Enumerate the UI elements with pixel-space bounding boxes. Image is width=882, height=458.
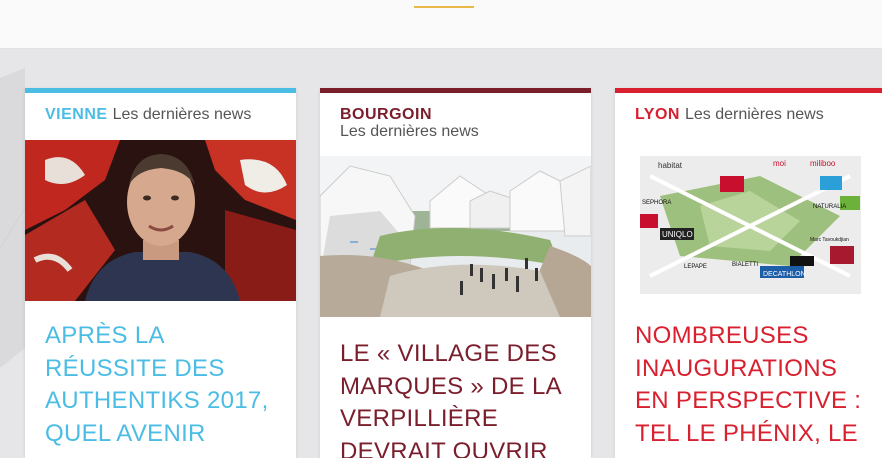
map-label: Marc Tavoukdjian — [810, 237, 849, 243]
card-image-architecture[interactable] — [320, 156, 591, 317]
map-label: UNIQLO — [662, 230, 693, 239]
card-image-portrait[interactable] — [25, 140, 296, 301]
card-headline[interactable]: APRÈS LA RÉUSSITE DES AUTHENTIKS 2017, Q… — [45, 320, 286, 450]
card-headline[interactable]: LE « VILLAGE DES MARQUES » DE LA VERPILL… — [340, 338, 581, 458]
card-image-shopping-map[interactable]: habitat moi miliboo SEPHORA UNIQLO LEPAP… — [640, 156, 861, 294]
card-header: LYON Les dernières news — [635, 106, 872, 123]
card-subtitle: Les dernières news — [112, 106, 252, 123]
card-accent-bar — [25, 88, 296, 93]
map-label: LEPAPE — [684, 264, 707, 270]
card-accent-bar — [615, 88, 882, 93]
news-card-bourgoin[interactable]: BOURGOIN Les dernières news LE « VILLAGE… — [320, 88, 591, 458]
card-header: BOURGOIN Les dernières news — [340, 106, 581, 140]
card-header: VIENNE Les dernières news — [45, 106, 286, 123]
section-accent-line — [414, 6, 474, 8]
map-label: habitat — [658, 161, 683, 170]
card-subtitle: Les dernières news — [684, 106, 824, 123]
map-label: SEPHORA — [642, 200, 671, 206]
map-label: miliboo — [810, 159, 836, 168]
page-header-band — [0, 0, 882, 49]
map-label: NATURALIA — [813, 204, 846, 210]
map-label: BIALETTI — [732, 262, 758, 268]
card-city-label: VIENNE — [45, 106, 108, 123]
news-card-lyon[interactable]: LYON Les dernières news habitat moi milib… — [615, 88, 882, 458]
card-accent-bar — [320, 88, 591, 93]
news-card-vienne[interactable]: VIENNE Les dernières news APRÈS LA RÉUSSI… — [25, 88, 296, 458]
card-city-label: BOURGOIN — [340, 106, 432, 123]
card-subtitle: Les dernières news — [340, 123, 479, 140]
map-label: DECATHLON — [763, 271, 806, 278]
card-headline[interactable]: NOMBREUSES INAUGURATIONS EN PERSPECTIVE … — [635, 320, 872, 450]
map-label: moi — [773, 159, 786, 168]
card-city-label: LYON — [635, 106, 680, 123]
